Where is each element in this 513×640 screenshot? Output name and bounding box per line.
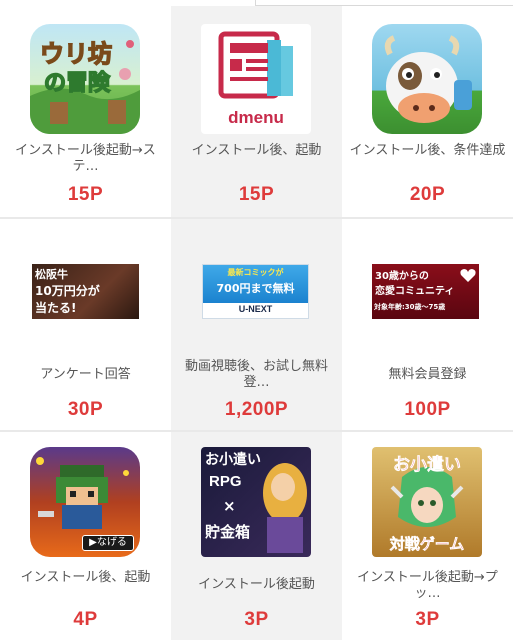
romance-community-banner: 30歳からの 恋愛コミュニティ 対象年齢:30歳〜75歳	[372, 264, 479, 319]
offer-grid: ウリ坊 の冒険 インストール後起動→ステ… 15P dmenu インストール後、…	[0, 6, 513, 640]
offer-card[interactable]: ウリ坊 の冒険 インストール後起動→ステ… 15P	[0, 6, 171, 217]
uriboh-adventure-icon: ウリ坊 の冒険	[30, 24, 140, 134]
banner-line: 10万円分が	[35, 284, 100, 298]
icon-line: 貯金箱	[205, 523, 251, 541]
dmenu-label: dmenu	[228, 108, 284, 127]
icon-line: RPG	[209, 473, 242, 490]
offer-title: インストール後、起動	[191, 143, 322, 158]
offer-title: 動画視聴後、お試し無料登…	[184, 359, 328, 390]
banner-line: 松阪牛	[35, 268, 68, 281]
offer-card[interactable]: 30歳からの 恋愛コミュニティ 対象年齢:30歳〜75歳 無料会員登録 100P	[342, 219, 513, 430]
offer-points: 15P	[238, 184, 275, 205]
banner-line: 30歳からの	[375, 271, 429, 282]
offer-points: 20P	[409, 184, 446, 205]
rpg-savings-icon: お小遣い RPG × 貯金箱	[201, 447, 311, 557]
throw-button-label: ▶なげる	[82, 535, 134, 551]
battle-game-icon: お小遣い 対戦ゲーム	[372, 447, 482, 557]
offer-card[interactable]: 最新コミックが 700円まで無料 U-NEXT 動画視聴後、お試し無料登… 1,…	[171, 219, 342, 430]
banner-line: 恋愛コミュニティ	[375, 286, 455, 297]
pixel-warrior-icon: ▶なげる	[30, 447, 140, 557]
icon-line: お小遣い	[393, 455, 462, 476]
banner-line: 最新コミックが	[227, 268, 284, 277]
offer-card[interactable]: インストール後、条件達成 20P	[342, 6, 513, 217]
offer-card[interactable]: お小遣い RPG × 貯金箱 インストール後起動 3P	[171, 432, 342, 640]
banner-line: U-NEXT	[238, 304, 273, 314]
offer-card[interactable]: お小遣い 対戦ゲーム インストール後起動→プッ… 3P	[342, 432, 513, 640]
banner-line: 対象年齢:30歳〜75歳	[374, 303, 446, 311]
offer-card[interactable]: 松阪牛 10万円分が 当たる! アンケート回答 30P	[0, 219, 171, 430]
offer-points: 4P	[73, 609, 98, 630]
offer-title: インストール後、条件達成	[349, 143, 506, 158]
offer-card[interactable]: dmenu インストール後、起動 15P	[171, 6, 342, 217]
offer-points: 30P	[67, 399, 104, 420]
icon-line: 対戦ゲーム	[389, 535, 465, 554]
offer-card[interactable]: ▶なげる インストール後、起動 4P	[0, 432, 171, 640]
offer-title: インストール後起動→プッ…	[357, 570, 498, 601]
offer-title: インストール後起動	[198, 577, 315, 592]
cow-game-icon	[372, 24, 482, 134]
matsusaka-beef-banner: 松阪牛 10万円分が 当たる!	[32, 264, 139, 319]
dmenu-icon: dmenu	[201, 24, 311, 134]
offer-points: 15P	[67, 184, 104, 205]
svg-text:の冒険: の冒険	[44, 71, 111, 96]
offer-points: 100P	[404, 399, 451, 420]
banner-line: 当たる!	[35, 301, 77, 315]
unext-banner: 最新コミックが 700円まで無料 U-NEXT	[202, 264, 309, 319]
offer-points: 3P	[244, 609, 269, 630]
offer-title: アンケート回答	[40, 367, 131, 382]
icon-line: お小遣い	[205, 452, 261, 468]
svg-text:ウリ坊: ウリ坊	[40, 40, 112, 68]
icon-line: ×	[223, 497, 236, 515]
banner-line: 700円まで無料	[216, 282, 295, 295]
offer-title: インストール後起動→ステ…	[15, 143, 156, 174]
offer-title: 無料会員登録	[388, 367, 467, 382]
offer-points: 1,200P	[224, 399, 289, 420]
heart-icon	[460, 269, 476, 282]
offer-title: インストール後、起動	[20, 570, 151, 585]
offer-points: 3P	[415, 609, 440, 630]
